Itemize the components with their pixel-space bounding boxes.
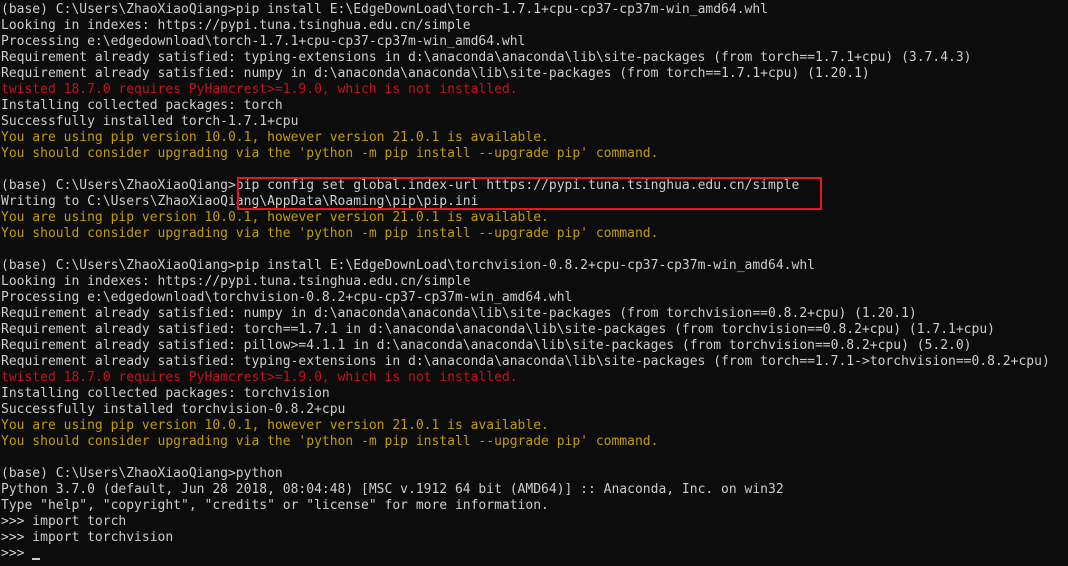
terminal-line: Successfully installed torchvision-0.8.2… (1, 402, 346, 417)
warning-line: You are using pip version 10.0.1, howeve… (1, 210, 549, 225)
terminal-line: >>> import torchvision (1, 530, 174, 545)
terminal-line: (base) C:\Users\ZhaoXiaoQiang>python (1, 466, 283, 481)
terminal-line: Requirement already satisfied: pillow>=4… (1, 338, 972, 353)
error-line: twisted 18.7.0 requires PyHamcrest>=1.9.… (1, 82, 518, 97)
text-cursor (32, 558, 41, 560)
warning-line: You should consider upgrading via the 'p… (1, 226, 659, 241)
terminal-line: (base) C:\Users\ZhaoXiaoQiang>pip instal… (1, 258, 815, 273)
terminal-line: Requirement already satisfied: numpy in … (1, 66, 870, 81)
warning-line: You should consider upgrading via the 'p… (1, 146, 659, 161)
terminal-line: Requirement already satisfied: typing-ex… (1, 354, 1050, 369)
terminal-window[interactable]: (base) C:\Users\ZhaoXiaoQiang>pip instal… (0, 0, 1068, 566)
terminal-line: (base) C:\Users\ZhaoXiaoQiang>pip config… (1, 178, 800, 193)
terminal-line: Requirement already satisfied: numpy in … (1, 306, 917, 321)
warning-line: You are using pip version 10.0.1, howeve… (1, 130, 549, 145)
terminal-line: Writing to C:\Users\ZhaoXiaoQiang\AppDat… (1, 194, 479, 209)
terminal-line: Requirement already satisfied: typing-ex… (1, 50, 972, 65)
warning-line: You are using pip version 10.0.1, howeve… (1, 418, 549, 433)
terminal-line: Processing e:\edgedownload\torchvision-0… (1, 290, 573, 305)
terminal-line: Installing collected packages: torch (1, 98, 283, 113)
terminal-line: Type "help", "copyright", "credits" or "… (1, 498, 549, 513)
terminal-line: >>> import torch (1, 514, 127, 529)
terminal-line: Python 3.7.0 (default, Jun 28 2018, 08:0… (1, 482, 784, 497)
terminal-line: Looking in indexes: https://pypi.tuna.ts… (1, 274, 471, 289)
terminal-line: Installing collected packages: torchvisi… (1, 386, 330, 401)
terminal-line: (base) C:\Users\ZhaoXiaoQiang>pip instal… (1, 2, 769, 17)
terminal-line: Successfully installed torch-1.7.1+cpu (1, 114, 299, 129)
prompt-text: >>> (1, 546, 33, 561)
warning-line: You should consider upgrading via the 'p… (1, 434, 659, 449)
terminal-line: Requirement already satisfied: torch==1.… (1, 322, 995, 337)
terminal-line: Processing e:\edgedownload\torch-1.7.1+c… (1, 34, 526, 49)
error-line: twisted 18.7.0 requires PyHamcrest>=1.9.… (1, 370, 518, 385)
prompt-line[interactable]: >>> (0, 546, 1068, 562)
terminal-line: Looking in indexes: https://pypi.tuna.ts… (1, 18, 471, 33)
